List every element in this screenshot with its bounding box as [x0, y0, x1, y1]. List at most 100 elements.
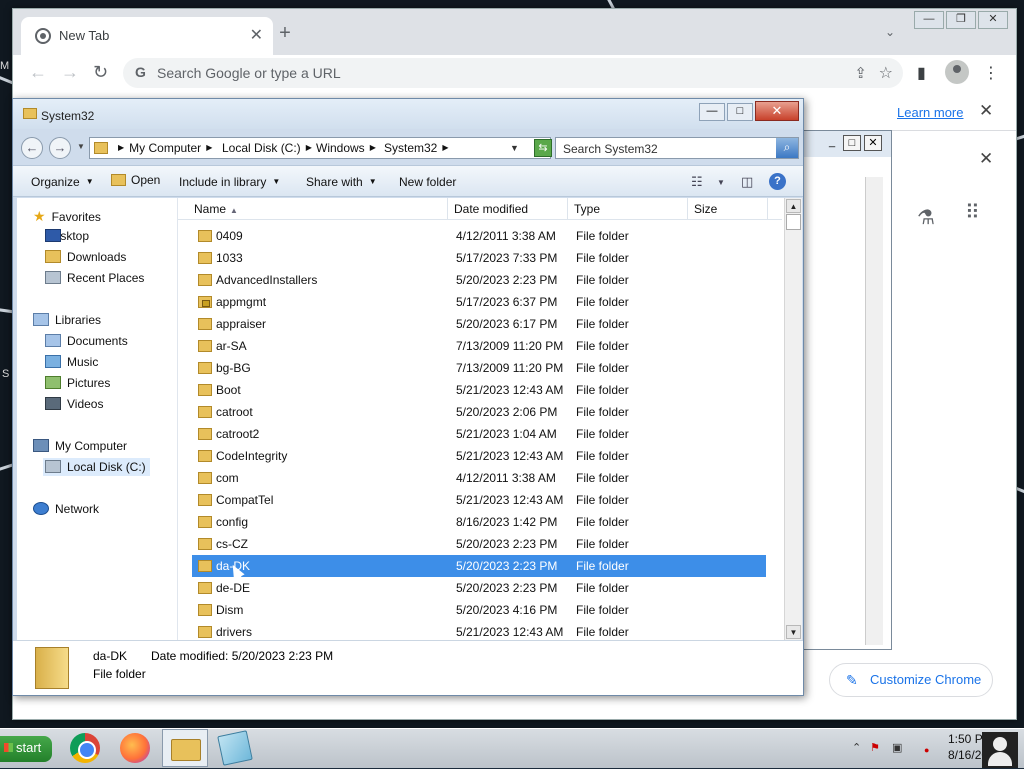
- more-menu-icon[interactable]: ⋮: [983, 63, 999, 83]
- sidebar-item-network[interactable]: Network: [33, 502, 99, 516]
- taskbar-explorer[interactable]: [162, 729, 208, 767]
- table-row[interactable]: catroot 5/20/2023 2:06 PM File folder: [192, 401, 766, 423]
- scroll-down-arrow-icon[interactable]: ▼: [786, 625, 801, 639]
- profile-avatar-icon[interactable]: [945, 60, 969, 84]
- preview-pane-icon[interactable]: ◫: [741, 174, 753, 190]
- forward-arrow-icon[interactable]: →: [61, 63, 79, 81]
- customize-chrome-button[interactable]: ✎ Customize Chrome: [829, 663, 993, 697]
- table-row[interactable]: Boot 5/21/2023 12:43 AM File folder: [192, 379, 766, 401]
- sidebar-item-favorites[interactable]: ★ Favorites: [33, 208, 101, 225]
- breadcrumb-local-disk[interactable]: Local Disk (C:) ▶: [222, 141, 312, 155]
- forward-arrow-icon[interactable]: →: [49, 137, 71, 159]
- table-row[interactable]: ar-SA 7/13/2009 11:20 PM File folder: [192, 335, 766, 357]
- table-row[interactable]: appraiser 5/20/2023 6:17 PM File folder: [192, 313, 766, 335]
- sidebar-item-documents[interactable]: Documents: [45, 334, 128, 348]
- share-with-button[interactable]: Share with ▼: [306, 175, 377, 189]
- column-header-date[interactable]: Date modified: [448, 198, 568, 220]
- show-hidden-icons-chevron-icon[interactable]: ⌃: [852, 741, 861, 754]
- minimize-button[interactable]: —: [699, 103, 725, 121]
- table-row[interactable]: drivers 5/21/2023 12:43 AM File folder: [192, 621, 766, 640]
- maximize-icon[interactable]: □: [843, 135, 861, 151]
- maximize-button[interactable]: □: [727, 103, 753, 121]
- vertical-scrollbar[interactable]: ▲ ▼: [784, 198, 802, 640]
- new-folder-button[interactable]: New folder: [399, 175, 456, 189]
- sidebar-item-local-disk[interactable]: Local Disk (C:): [43, 458, 150, 476]
- sidebar-item-downloads[interactable]: Downloads: [45, 250, 126, 264]
- table-row[interactable]: bg-BG 7/13/2009 11:20 PM File folder: [192, 357, 766, 379]
- sidebar-item-music[interactable]: Music: [45, 355, 98, 369]
- sidebar-item-my-computer[interactable]: My Computer: [33, 439, 127, 453]
- close-icon[interactable]: ✕: [864, 135, 882, 151]
- table-row[interactable]: 0409 4/12/2011 3:38 AM File folder: [192, 225, 766, 247]
- minimize-button[interactable]: —: [914, 11, 944, 29]
- explorer-titlebar[interactable]: System32 — □ ✕: [13, 99, 803, 129]
- taskbar-notepad[interactable]: [212, 729, 258, 767]
- table-row[interactable]: config 8/16/2023 1:42 PM File folder: [192, 511, 766, 533]
- back-arrow-icon[interactable]: ←: [21, 137, 43, 159]
- user-avatar-icon[interactable]: [982, 732, 1018, 768]
- minimize-icon[interactable]: _: [823, 135, 841, 151]
- tab-search-chevron-icon[interactable]: ⌄: [885, 25, 895, 39]
- sidebar-item-desktop[interactable]: Desktop: [45, 229, 89, 243]
- change-view-icon[interactable]: ☷: [691, 174, 703, 190]
- recent-pages-chevron-icon[interactable]: ▼: [77, 142, 85, 151]
- breadcrumb-system32[interactable]: System32 ▶: [384, 141, 449, 155]
- new-tab-plus-icon[interactable]: +: [275, 23, 295, 43]
- google-apps-icon[interactable]: ⠿: [965, 203, 980, 223]
- labs-flask-icon[interactable]: ⚗: [917, 205, 935, 230]
- column-header-name[interactable]: Name ▲: [178, 198, 448, 220]
- close-infobar-icon[interactable]: ✕: [979, 101, 993, 121]
- volume-muted-icon[interactable]: ●: [924, 745, 929, 755]
- sidebar-item-pictures[interactable]: Pictures: [45, 376, 110, 390]
- sidebar-item-videos[interactable]: Videos: [45, 397, 103, 411]
- table-row[interactable]: 1033 5/17/2023 7:33 PM File folder: [192, 247, 766, 269]
- search-field[interactable]: Search System32 ⌕: [555, 137, 799, 159]
- open-button[interactable]: Open: [111, 173, 160, 187]
- close-button[interactable]: ✕: [755, 101, 799, 121]
- sidebar-item-recent-places[interactable]: Recent Places: [45, 271, 144, 285]
- tab-new-tab[interactable]: New Tab ✕: [21, 17, 273, 55]
- network-tray-icon[interactable]: ▣: [892, 741, 902, 754]
- include-in-library-button[interactable]: Include in library ▼: [179, 175, 280, 189]
- column-header-size[interactable]: Size: [688, 198, 768, 220]
- scroll-up-arrow-icon[interactable]: ▲: [786, 199, 801, 213]
- table-row[interactable]: de-DE 5/20/2023 2:23 PM File folder: [192, 577, 766, 599]
- table-row[interactable]: CodeIntegrity 5/21/2023 12:43 AM File fold…: [192, 445, 766, 467]
- maximize-button[interactable]: ❐: [946, 11, 976, 29]
- view-options-chevron-icon[interactable]: ▼: [717, 178, 725, 187]
- back-arrow-icon[interactable]: ←: [29, 63, 47, 81]
- taskbar-firefox[interactable]: [112, 729, 158, 767]
- start-button[interactable]: start: [0, 736, 52, 762]
- close-button[interactable]: ✕: [978, 11, 1008, 29]
- scroll-thumb[interactable]: [786, 214, 801, 230]
- bookmark-star-icon[interactable]: ☆: [879, 63, 893, 83]
- help-icon[interactable]: ?: [769, 173, 786, 190]
- organize-button[interactable]: Organize ▼: [31, 175, 94, 189]
- close-tab-icon[interactable]: ✕: [250, 25, 263, 45]
- action-center-icon[interactable]: ⚑: [870, 741, 880, 754]
- omnibox[interactable]: G Search Google or type a URL ⇪ ☆: [123, 58, 903, 88]
- table-row[interactable]: Dism 5/20/2023 4:16 PM File folder: [192, 599, 766, 621]
- address-history-chevron-icon[interactable]: ▼: [510, 143, 519, 153]
- table-row[interactable]: catroot2 5/21/2023 1:04 AM File folder: [192, 423, 766, 445]
- column-header-type[interactable]: Type: [568, 198, 688, 220]
- table-row[interactable]: cs-CZ 5/20/2023 2:23 PM File folder: [192, 533, 766, 555]
- share-icon[interactable]: ⇪: [854, 64, 867, 82]
- close-panel-icon[interactable]: ✕: [979, 149, 993, 169]
- table-row[interactable]: da-DK 5/20/2023 2:23 PM File folder: [192, 555, 766, 577]
- search-icon[interactable]: ⌕: [776, 138, 798, 158]
- breadcrumb-windows[interactable]: Windows ▶: [316, 141, 376, 155]
- table-row[interactable]: AdvancedInstallers 5/20/2023 2:23 PM File …: [192, 269, 766, 291]
- taskbar-chrome[interactable]: [62, 729, 108, 767]
- refresh-icon[interactable]: ⇆: [534, 139, 552, 157]
- breadcrumb-my-computer[interactable]: ▶ My Computer ▶: [118, 141, 212, 155]
- scrollbar[interactable]: [865, 177, 883, 645]
- table-row[interactable]: com 4/12/2011 3:38 AM File folder: [192, 467, 766, 489]
- address-bar[interactable]: ▶ My Computer ▶ Local Disk (C:) ▶ Windows ▶ …: [89, 137, 552, 159]
- side-panel-icon[interactable]: ▮: [917, 63, 926, 83]
- reload-icon[interactable]: ↻: [93, 63, 108, 81]
- sidebar-item-libraries[interactable]: Libraries: [33, 313, 101, 327]
- learn-more-link[interactable]: Learn more: [897, 105, 963, 120]
- table-row[interactable]: appmgmt 5/17/2023 6:37 PM File folder: [192, 291, 766, 313]
- table-row[interactable]: CompatTel 5/21/2023 12:43 AM File folder: [192, 489, 766, 511]
